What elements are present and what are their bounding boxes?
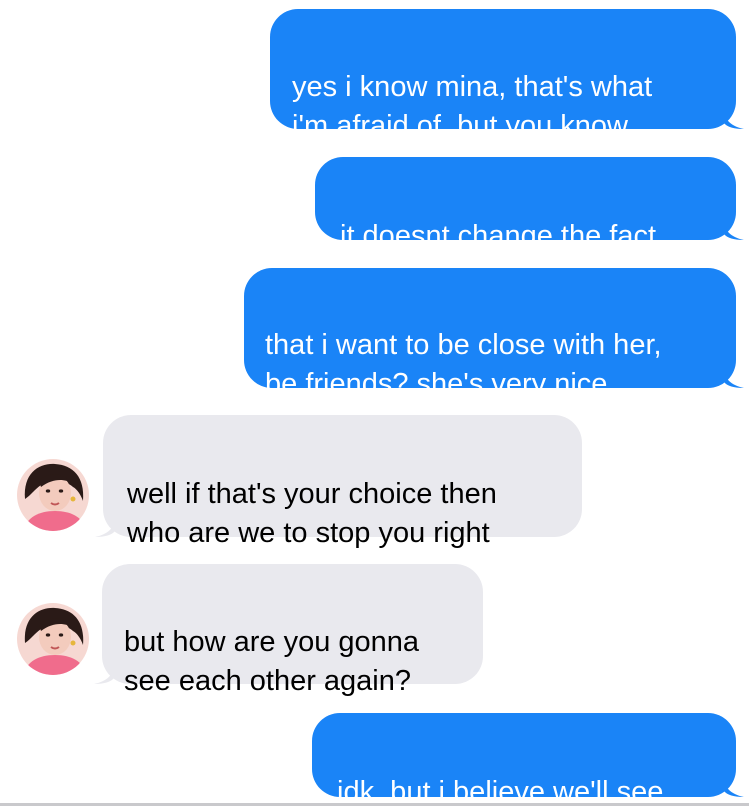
incoming-message-bubble[interactable]: well if that's your choice then who are …	[95, 415, 582, 549]
incoming-message-bubble[interactable]: but how are you gonna see each other aga…	[94, 564, 483, 697]
contact-avatar[interactable]	[17, 603, 89, 675]
bubble-tail-icon	[724, 220, 744, 240]
contact-avatar-photo-icon	[17, 459, 89, 531]
outgoing-message-bubble[interactable]: idk, but i believe we'll see	[312, 713, 744, 808]
outgoing-message-bubble[interactable]: that i want to be close with her, be fri…	[244, 268, 744, 400]
outgoing-message-bubble[interactable]: yes i know mina, that's what i'm afraid …	[270, 9, 744, 142]
bubble-tail-icon	[724, 777, 744, 797]
bubble-tail-icon	[724, 109, 744, 129]
contact-avatar-photo-icon	[17, 603, 89, 675]
message-text: yes i know mina, that's what i'm afraid …	[292, 71, 653, 142]
bubble-tail-icon	[94, 664, 114, 684]
message-text: that i want to be close with her, be fri…	[265, 329, 662, 400]
outgoing-message-bubble[interactable]: it doesnt change the fact	[315, 157, 744, 252]
message-text: but how are you gonna see each other aga…	[124, 626, 420, 697]
bubble-tail-icon	[724, 368, 744, 388]
bubble-tail-icon	[95, 517, 115, 537]
contact-avatar[interactable]	[17, 459, 89, 531]
message-text: it doesnt change the fact	[340, 220, 656, 252]
message-text: well if that's your choice then who are …	[127, 478, 497, 549]
